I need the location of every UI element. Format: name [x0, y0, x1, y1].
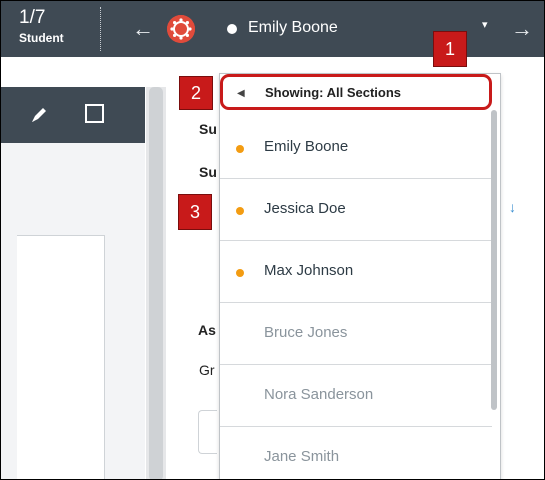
counter-value: 1/7	[19, 7, 46, 28]
status-dot	[236, 207, 244, 215]
student-dropdown: ◀ Showing: All Sections Emily Boone Jess…	[219, 73, 501, 479]
grade-input[interactable]	[198, 410, 217, 454]
annotation-toolbar	[1, 87, 145, 143]
arrow-down-icon[interactable]: ↓	[509, 199, 516, 215]
student-option[interactable]: Bruce Jones	[220, 303, 492, 365]
status-dot	[227, 24, 237, 34]
content-fragment: As	[198, 322, 216, 338]
content-fragment: Su	[199, 121, 217, 137]
counter-role: Student	[19, 31, 64, 45]
pen-icon[interactable]	[29, 105, 49, 130]
selected-student-name[interactable]: Emily Boone	[248, 19, 338, 37]
arrow-right-icon[interactable]: →	[511, 18, 533, 40]
student-option-label: Jane Smith	[264, 448, 340, 465]
section-filter-button[interactable]: ◀ Showing: All Sections	[220, 74, 492, 110]
triangle-left-icon: ◀	[237, 88, 245, 99]
student-option[interactable]: Jane Smith	[220, 427, 492, 479]
section-filter-label: Showing: All Sections	[265, 85, 402, 100]
divider	[100, 7, 101, 51]
content-fragment: Gr	[199, 362, 215, 378]
caret-down-icon[interactable]: ▾	[482, 18, 488, 31]
crop-square-icon[interactable]	[85, 104, 104, 123]
student-counter: 1/7 Student	[19, 7, 64, 45]
dropdown-scrollbar[interactable]	[491, 110, 497, 410]
document-page	[17, 235, 105, 479]
content-fragment: Su	[199, 164, 217, 180]
arrow-left-icon[interactable]: ←	[132, 18, 154, 40]
student-option-label: Jessica Doe	[264, 200, 346, 217]
left-scrollbar[interactable]	[146, 87, 166, 479]
student-option-label: Max Johnson	[264, 262, 354, 279]
student-option-label: Emily Boone	[264, 138, 349, 155]
callout-1: 1	[433, 31, 467, 67]
avatar-icon	[167, 15, 195, 43]
callout-2: 2	[179, 76, 213, 110]
student-option[interactable]: Emily Boone	[220, 117, 492, 179]
student-option-label: Bruce Jones	[264, 324, 348, 341]
student-option[interactable]: Jessica Doe	[220, 179, 492, 241]
student-option[interactable]: Max Johnson	[220, 241, 492, 303]
screenshot-frame: Su Su As Gr ↓ 1/7 Student ← Emily Boone …	[0, 0, 545, 480]
status-dot	[236, 145, 244, 153]
student-option[interactable]: Nora Sanderson	[220, 365, 492, 427]
callout-3: 3	[178, 194, 212, 230]
status-dot	[236, 269, 244, 277]
student-option-label: Nora Sanderson	[264, 386, 374, 403]
